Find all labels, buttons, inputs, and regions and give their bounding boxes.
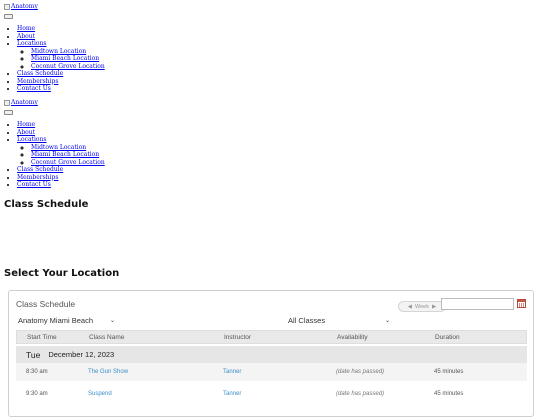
nav-midtown[interactable]: Midtown Location [31,48,86,55]
broken-image-icon [4,3,10,10]
row-class-link[interactable]: The Gun Show [88,369,128,375]
nav-class-schedule[interactable]: Class Schedule [17,70,63,77]
nav-miami-beach[interactable]: Miami Beach Location [31,151,99,158]
row-availability: (date has passed) [336,391,385,397]
logo-link[interactable]: Anatomy [4,3,38,10]
row-instructor-link[interactable]: Tanner [223,369,241,375]
row-availability: (date has passed) [336,369,385,375]
menu-toggle-button[interactable] [4,14,13,19]
broken-image-icon [4,99,10,106]
main-menu: Home About Locations Midtown Location Mi… [4,25,105,93]
nav-miami-beach[interactable]: Miami Beach Location [31,55,99,62]
nav-class-schedule[interactable]: Class Schedule [17,166,63,173]
day-group-header: Tue December 12, 2023 [16,346,527,363]
week-label: Week [415,303,429,310]
date-input[interactable] [441,298,514,310]
column-header-duration[interactable]: Duration [435,334,460,341]
nav-contact[interactable]: Contact Us [17,85,51,92]
main-menu-2: Home About Locations Midtown Location Mi… [4,121,105,189]
logo-alt-text[interactable]: Anatomy [11,3,38,10]
logo-alt-text-2[interactable]: Anatomy [11,99,38,106]
week-navigator[interactable]: ◀ Week ▶ [398,301,446,312]
table-row: 8:30 am The Gun Show Tanner (date has pa… [16,363,527,381]
nav-about[interactable]: About [17,33,35,40]
class-filter-value: All Classes [288,316,326,325]
row-start-time: 9:30 am [26,391,48,397]
row-duration: 45 minutes [434,391,464,397]
row-duration: 45 minutes [434,369,464,375]
table-header: Start Time Class Name Instructor Availab… [16,330,527,344]
nav-home[interactable]: Home [17,121,35,128]
chevron-down-icon: ⌄ [109,318,115,324]
page-title: Class Schedule [4,199,89,210]
nav-midtown[interactable]: Midtown Location [31,144,86,151]
nav-home[interactable]: Home [17,25,35,32]
select-location-heading: Select Your Location [4,268,120,279]
chevron-right-icon[interactable]: ▶ [432,304,436,310]
row-start-time: 8:30 am [26,369,48,375]
nav-about[interactable]: About [17,129,35,136]
schedule-widget: Class Schedule ◀ Week ▶ Anatomy Miami Be… [8,290,534,417]
nav-memberships[interactable]: Memberships [17,78,58,85]
menu-toggle-button-2[interactable] [4,110,13,115]
class-filter-select[interactable]: All Classes ⌄ [286,315,392,326]
page: Anatomy Home About Locations Midtown Loc… [0,0,540,417]
logo-link-2[interactable]: Anatomy [4,99,38,106]
day-weekday: Tue [26,349,41,360]
chevron-down-icon: ⌄ [384,318,390,324]
day-date: December 12, 2023 [48,350,115,359]
nav-coconut-grove[interactable]: Coconut Grove Location [31,159,105,166]
nav-locations[interactable]: Locations [17,136,46,143]
column-header-class-name[interactable]: Class Name [89,334,124,341]
location-select-value: Anatomy Miami Beach [18,316,94,325]
nav-locations[interactable]: Locations [17,40,46,47]
location-select[interactable]: Anatomy Miami Beach ⌄ [16,315,117,326]
widget-title: Class Schedule [16,299,76,309]
column-header-instructor[interactable]: Instructor [224,334,251,341]
table-row: 9:30 am Suspend Tanner (date has passed)… [16,385,527,403]
column-header-start-time[interactable]: Start Time [27,334,57,341]
calendar-icon[interactable] [517,299,526,308]
locations-submenu: Midtown Location Miami Beach Location Co… [17,144,105,167]
locations-submenu: Midtown Location Miami Beach Location Co… [17,48,105,71]
nav-contact[interactable]: Contact Us [17,181,51,188]
chevron-left-icon[interactable]: ◀ [408,304,412,310]
column-header-availability[interactable]: Availability [337,334,368,341]
nav-coconut-grove[interactable]: Coconut Grove Location [31,63,105,70]
row-class-link[interactable]: Suspend [88,391,112,397]
nav-memberships[interactable]: Memberships [17,174,58,181]
row-instructor-link[interactable]: Tanner [223,391,241,397]
